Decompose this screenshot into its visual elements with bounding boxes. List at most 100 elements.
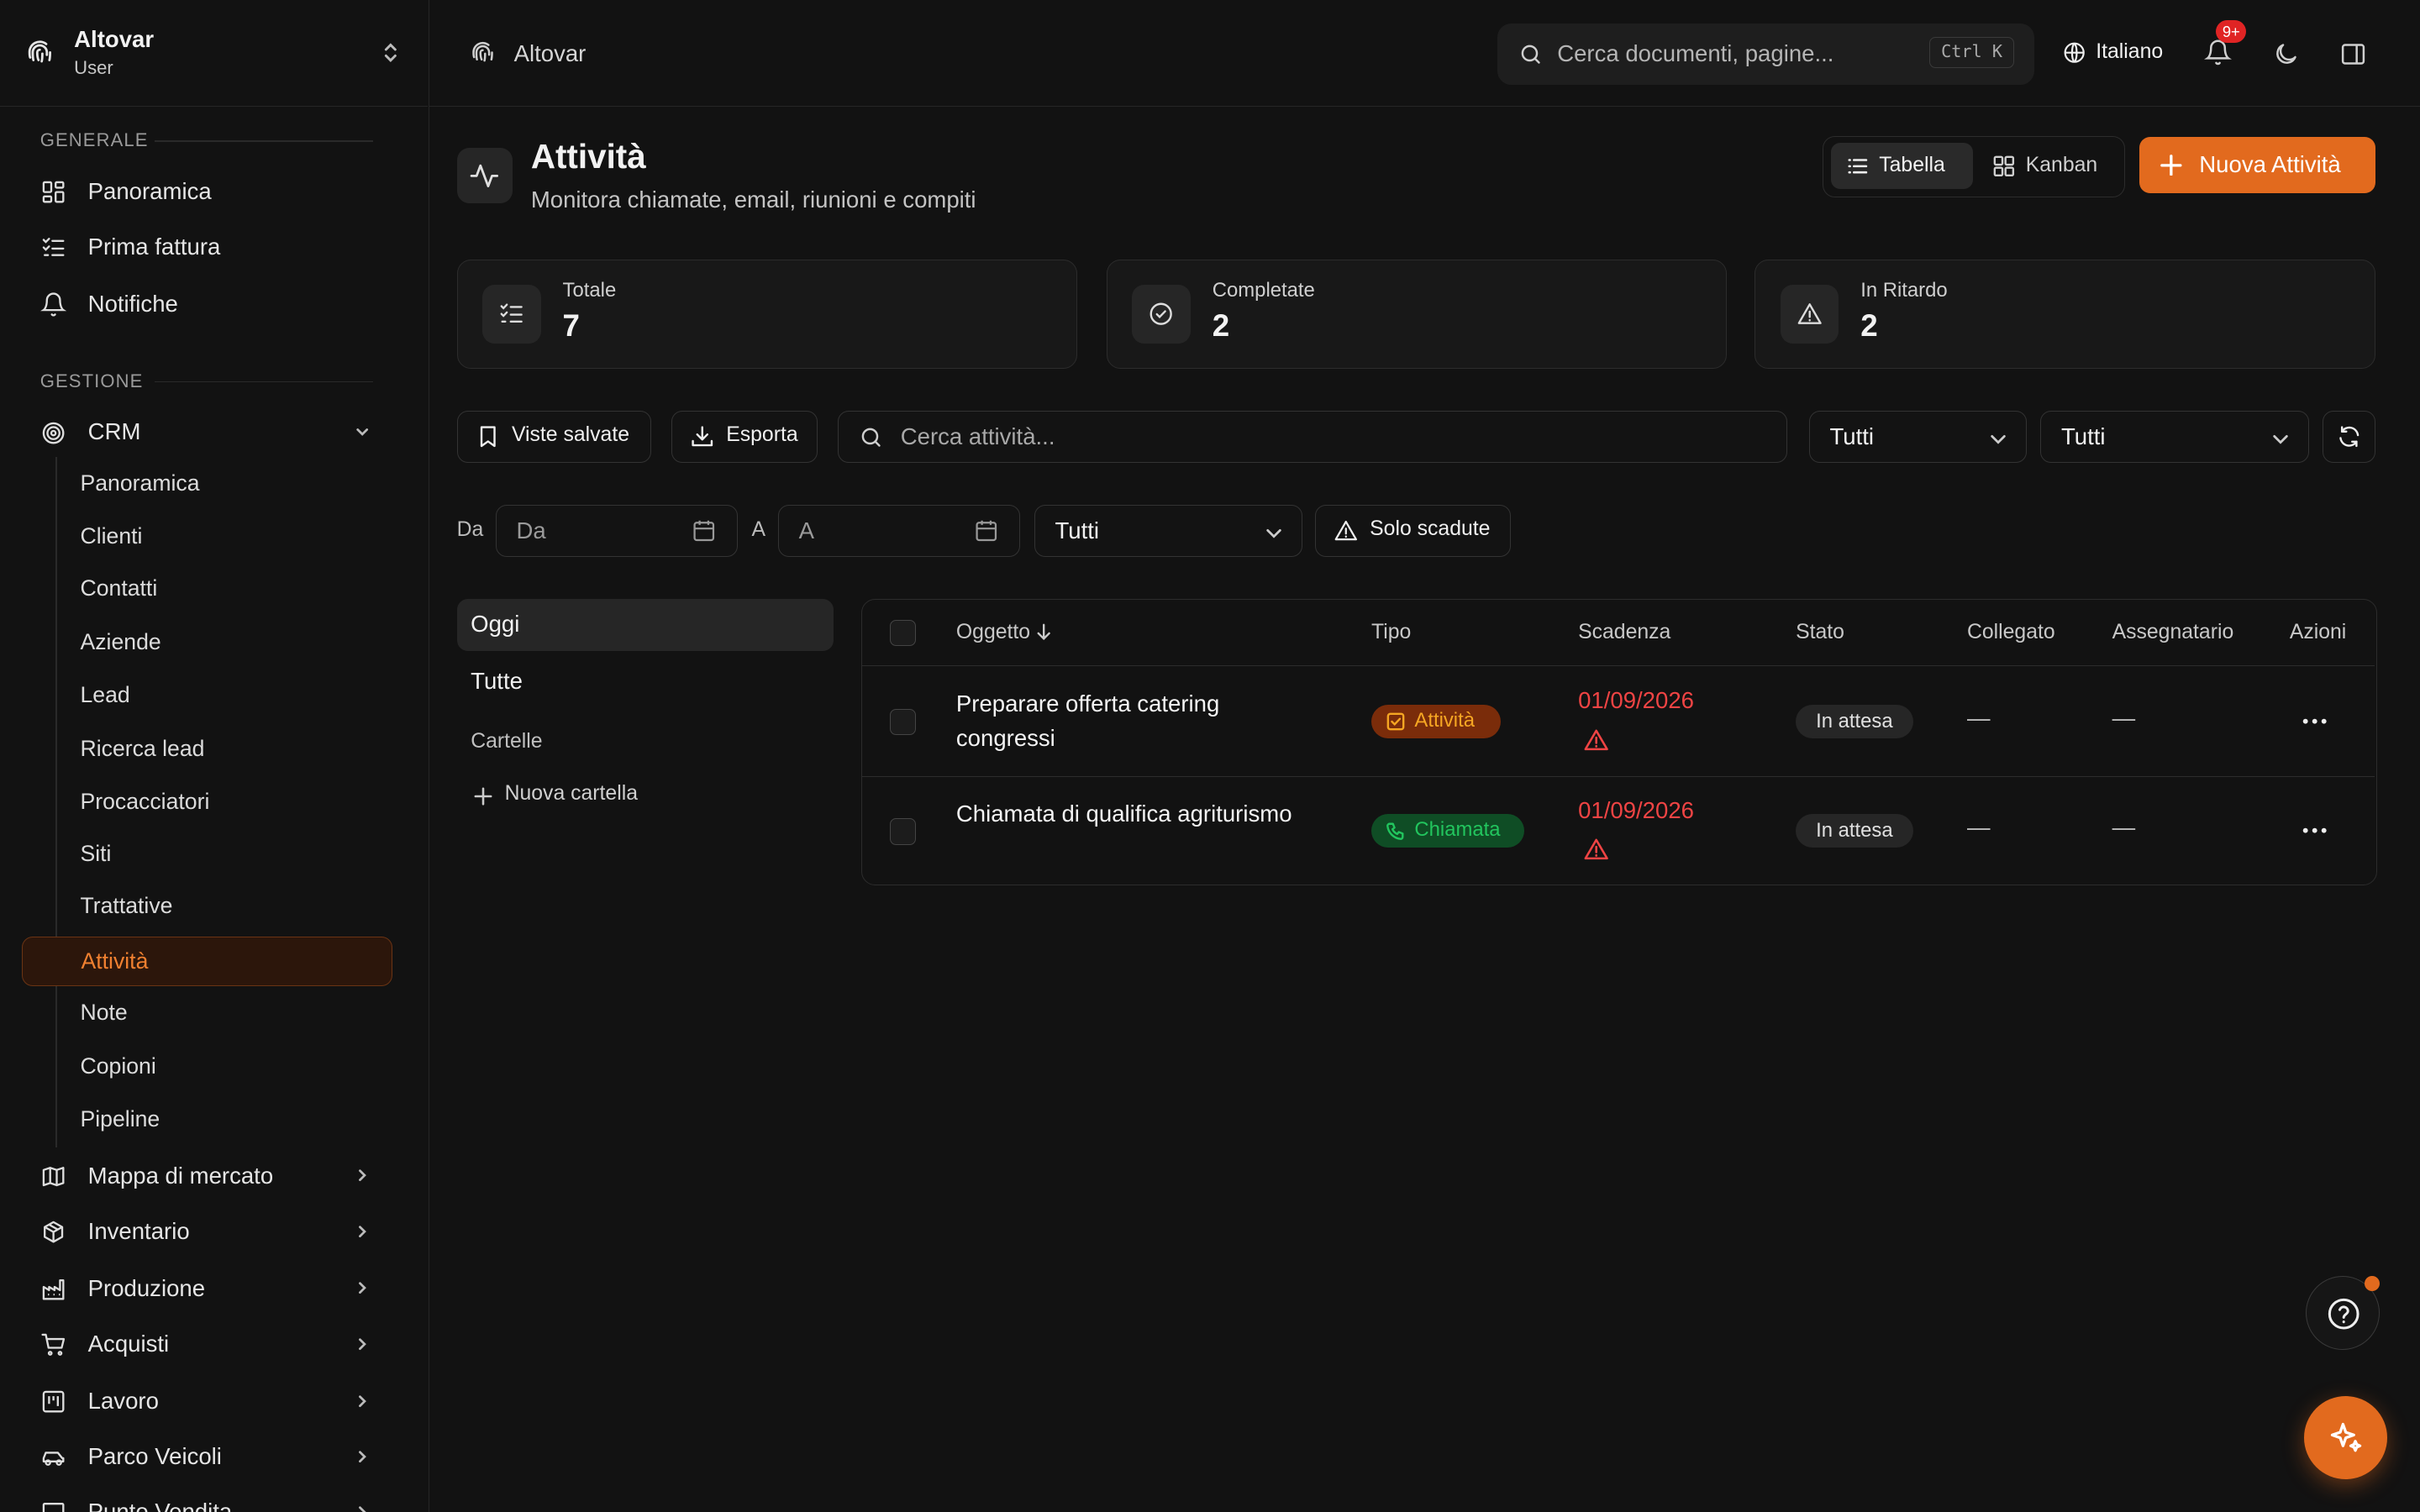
table-row[interactable]: Preparare offerta catering congressi Att… [861, 667, 2375, 777]
sidebar-item-label: Produzione [87, 1274, 206, 1301]
refresh-button[interactable] [2323, 410, 2375, 463]
date-to-placeholder: A [798, 517, 814, 544]
overdue-only-label: Solo scadute [1370, 517, 1491, 541]
section-label-general: GENERALE [39, 129, 149, 151]
sparkles-icon [2330, 1422, 2361, 1452]
activity-search-input[interactable]: Cerca attività... [838, 410, 1787, 463]
sidebar-item-label: Prima fattura [87, 233, 221, 260]
export-button[interactable]: Esporta [671, 410, 818, 463]
panel-toggle-icon[interactable] [2339, 40, 2367, 68]
sidebar-item-pos[interactable]: Punto Vendita [22, 1488, 392, 1512]
sidebar-subitem-pipeline[interactable]: Pipeline [22, 1095, 392, 1145]
column-header-type[interactable]: Tipo [1371, 621, 1411, 644]
due-date-text: 01/09/2026 [1578, 796, 1694, 823]
global-search-input[interactable]: Cerca documenti, pagine... Ctrl K [1497, 23, 2034, 85]
date-to-input[interactable]: A [777, 504, 1021, 558]
filter-select-value: Tutti [1829, 423, 1875, 450]
table-row[interactable]: Chiamata di qualifica agriturismo Chiama… [862, 777, 2375, 885]
sidebar-subitem-companies[interactable]: Aziende [22, 619, 392, 669]
stat-value: 7 [562, 307, 580, 343]
folder-today[interactable]: Oggi [456, 598, 834, 652]
sidebar-item-fleet[interactable]: Parco Veicoli [22, 1431, 392, 1481]
moon-icon[interactable] [2272, 40, 2300, 68]
new-activity-button[interactable]: Nuova Attività [2139, 137, 2375, 193]
breadcrumb[interactable]: Altovar [514, 40, 587, 67]
sidebar-subitem-label: Contatti [80, 575, 158, 601]
plus-icon [2160, 154, 2182, 176]
row-subject[interactable]: Chiamata di qualifica agriturismo [956, 797, 1311, 831]
sidebar-subitem-sites[interactable]: Siti [22, 830, 392, 879]
column-header-status[interactable]: Stato [1796, 621, 1844, 644]
row-subject[interactable]: Preparare offerta catering congressi [956, 687, 1311, 755]
sidebar-subitem-label: Procacciatori [80, 788, 210, 814]
sidebar-item-first-invoice[interactable]: Prima fattura [22, 222, 392, 271]
column-header-label: Oggetto [955, 621, 1031, 644]
page-title: Attività [530, 137, 646, 176]
row-linked: — [1966, 813, 1991, 840]
sidebar-item-inventory[interactable]: Inventario [22, 1206, 392, 1256]
stat-icon-box [482, 284, 541, 344]
help-circle-icon [2328, 1298, 2360, 1330]
sidebar-item-production[interactable]: Produzione [22, 1263, 392, 1313]
view-table-button[interactable]: Tabella [1831, 142, 1974, 190]
column-header-linked[interactable]: Collegato [1967, 621, 2055, 644]
sidebar-subitem-clients[interactable]: Clienti [22, 512, 392, 562]
saved-views-button[interactable]: Viste salvate [456, 410, 652, 463]
sidebar-subitem-contacts[interactable]: Contatti [22, 564, 392, 614]
column-header-subject[interactable]: Oggetto [956, 621, 1051, 644]
column-header-due[interactable]: Scadenza [1578, 621, 1670, 644]
date-from-input[interactable]: Da [495, 504, 738, 558]
globe-icon [2064, 42, 2085, 63]
select-all-checkbox[interactable] [889, 619, 917, 646]
column-header-assignee[interactable]: Assegnatario [2112, 621, 2234, 644]
sidebar-subitem-lead-search[interactable]: Ricerca lead [22, 725, 392, 774]
sidebar-item-crm[interactable]: CRM [22, 407, 392, 457]
more-actions-icon[interactable] [2302, 718, 2327, 724]
sidebar-subitem-crm-overview[interactable]: Panoramica [22, 459, 392, 509]
checklist-icon [42, 238, 65, 257]
sidebar-subitem-scripts[interactable]: Copioni [22, 1043, 392, 1093]
sidebar-subitem-brokers[interactable]: Procacciatori [22, 778, 392, 827]
sidebar-item-notifications[interactable]: Notifiche [22, 279, 392, 328]
view-kanban-button[interactable]: Kanban [1978, 143, 2117, 189]
phone-icon [1386, 822, 1404, 841]
workspace-name: Altovar [74, 26, 155, 53]
sidebar-item-overview[interactable]: Panoramica [22, 166, 392, 216]
sidebar-subitem-activities[interactable]: Attività [21, 936, 392, 986]
new-activity-label: Nuova Attività [2199, 150, 2341, 177]
language-selector[interactable]: Italiano [2062, 39, 2170, 70]
sidebar-subitem-deals[interactable]: Trattative [22, 883, 392, 932]
warning-icon [1797, 303, 1822, 325]
filter-select-2[interactable]: Tutti [2040, 410, 2309, 463]
section-label-manage: GESTIONE [39, 370, 144, 391]
row-checkbox[interactable] [889, 709, 917, 736]
download-icon [692, 426, 713, 447]
more-actions-icon[interactable] [2302, 827, 2327, 834]
section-divider [154, 140, 374, 142]
row-checkbox[interactable] [889, 818, 917, 845]
stat-label: Completate [1212, 278, 1315, 302]
sidebar-subitem-lead[interactable]: Lead [22, 671, 392, 721]
type-badge-call: Chiamata [1370, 813, 1524, 848]
folder-all[interactable]: Tutte [457, 656, 834, 708]
date-to-label: A [751, 518, 765, 542]
sidebar-item-purchases[interactable]: Acquisti [22, 1319, 392, 1368]
due-date-text: 01/09/2026 [1578, 687, 1694, 714]
sidebar-subitem-label: Clienti [80, 522, 143, 549]
check-circle-icon [1150, 302, 1173, 325]
filter-select-1[interactable]: Tutti [1808, 410, 2027, 463]
row-linked: — [1966, 704, 1991, 731]
row-due-date: 01/09/2026 [1578, 687, 1694, 751]
workspace-switcher[interactable]: Altovar User [0, 0, 428, 107]
view-table-label: Tabella [1879, 153, 1945, 176]
sidebar-item-label: Panoramica [87, 177, 212, 204]
sidebar-item-work[interactable]: Lavoro [22, 1376, 392, 1425]
overdue-only-button[interactable]: Solo scadute [1314, 504, 1512, 558]
sidebar-item-market-map[interactable]: Mappa di mercato [22, 1151, 392, 1200]
sidebar-item-label: Acquisti [87, 1330, 170, 1357]
filter-select-3[interactable]: Tutti [1034, 504, 1303, 558]
sidebar-subitem-label: Copioni [80, 1053, 156, 1079]
stat-icon-box [1132, 284, 1192, 344]
sidebar-subitem-notes[interactable]: Note [22, 989, 392, 1038]
ai-assistant-button[interactable] [2304, 1396, 2388, 1480]
